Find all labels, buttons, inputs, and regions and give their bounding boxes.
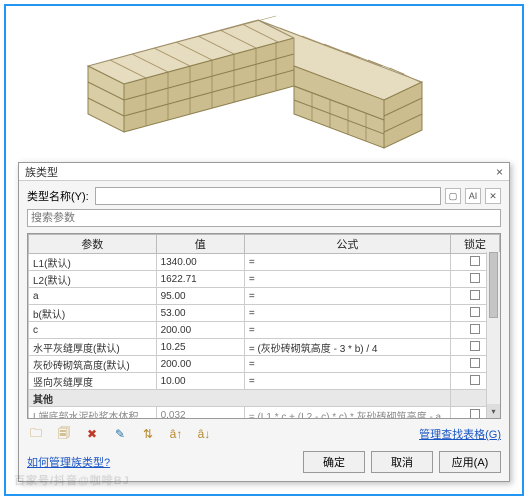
param-cell[interactable]: b(默认) (29, 305, 157, 322)
col-lock[interactable]: 锁定 (450, 235, 499, 254)
lock-checkbox[interactable] (470, 307, 480, 317)
lock-checkbox[interactable] (470, 375, 480, 385)
search-input[interactable] (27, 209, 501, 227)
param-cell[interactable]: a (29, 288, 157, 305)
model-viewport (6, 6, 522, 162)
lock-checkbox[interactable] (470, 256, 480, 266)
new-type-icon[interactable]: ▢ (445, 188, 461, 204)
value-cell[interactable]: 10.00 (156, 373, 244, 390)
value-cell[interactable]: 200.00 (156, 356, 244, 373)
col-value[interactable]: 值 (156, 235, 244, 254)
lock-checkbox[interactable] (470, 341, 480, 351)
param-cell[interactable]: c (29, 322, 157, 339)
apply-button[interactable]: 应用(A) (439, 451, 501, 473)
param-cell[interactable]: 灰砂砖砌筑高度(默认) (29, 356, 157, 373)
help-link[interactable]: 如何管理族类型? (27, 454, 110, 470)
table-row[interactable]: L2(默认)1622.71= (29, 271, 500, 288)
formula-cell[interactable]: = (244, 305, 450, 322)
family-types-dialog: 族类型 × 类型名称(Y): ▢ AI ✕ 参数 值 公式 锁定 (18, 162, 510, 482)
type-name-label: 类型名称(Y): (27, 188, 89, 204)
type-name-input[interactable] (95, 187, 441, 205)
parameters-table-wrap: 参数 值 公式 锁定 L1(默认)1340.00=L2(默认)1622.71=a… (27, 233, 501, 419)
dialog-titlebar: 族类型 × (19, 163, 509, 181)
value-cell[interactable]: 0.032 (156, 407, 244, 420)
lock-checkbox[interactable] (470, 273, 480, 283)
delete-type-icon[interactable]: ✕ (485, 188, 501, 204)
table-row[interactable]: L1(默认)1340.00= (29, 254, 500, 271)
formula-cell[interactable]: = (L1 * c + (L2 - c) * c) * 灰砂砖砌筑高度 - a (244, 407, 450, 420)
table-row[interactable]: c200.00= (29, 322, 500, 339)
formula-cell[interactable]: = (灰砂砖砌筑高度 - 3 * b) / 4 (244, 339, 450, 356)
delete-param-icon[interactable]: ✖ (83, 425, 101, 443)
section-label: 其他 (29, 390, 451, 407)
table-row[interactable]: L端底部水泥砂浆本体积(默认)0.032= (L1 * c + (L2 - c)… (29, 407, 500, 420)
col-formula[interactable]: 公式 (244, 235, 450, 254)
lock-checkbox[interactable] (470, 290, 480, 300)
vertical-scrollbar[interactable]: ▾ (486, 252, 500, 418)
table-row[interactable]: a95.00= (29, 288, 500, 305)
manage-lookup-button[interactable]: 管理查找表格(G) (419, 426, 501, 442)
formula-cell[interactable]: = (244, 373, 450, 390)
close-icon[interactable]: × (496, 165, 503, 179)
value-cell[interactable]: 1340.00 (156, 254, 244, 271)
table-row[interactable]: 水平灰缝厚度(默认)10.25= (灰砂砖砌筑高度 - 3 * b) / 4 (29, 339, 500, 356)
formula-cell[interactable]: = (244, 288, 450, 305)
sort-desc-icon[interactable]: â↓ (195, 425, 213, 443)
param-toolbar: 🗀 🗐 ✖ ✎ ⇅ â↑ â↓ 管理查找表格(G) (19, 419, 509, 445)
table-row[interactable]: 灰砂砖砌筑高度(默认)200.00= (29, 356, 500, 373)
value-cell[interactable]: 95.00 (156, 288, 244, 305)
param-cell[interactable]: L端底部水泥砂浆本体积(默认) (29, 407, 157, 420)
dialog-footer: 如何管理族类型? 确定 取消 应用(A) (19, 445, 509, 481)
param-cell[interactable]: 竖向灰缝厚度 (29, 373, 157, 390)
table-row[interactable]: b(默认)53.00= (29, 305, 500, 322)
scrollbar-thumb[interactable] (489, 252, 498, 318)
new-param-icon[interactable]: 🗀 (27, 425, 45, 443)
col-param[interactable]: 参数 (29, 235, 157, 254)
value-cell[interactable]: 200.00 (156, 322, 244, 339)
parameters-table: 参数 值 公式 锁定 L1(默认)1340.00=L2(默认)1622.71=a… (28, 234, 500, 419)
section-header-other[interactable]: 其他⯆ (29, 390, 500, 407)
ok-button[interactable]: 确定 (303, 451, 365, 473)
param-cell[interactable]: L2(默认) (29, 271, 157, 288)
formula-cell[interactable]: = (244, 271, 450, 288)
app-frame: 族类型 × 类型名称(Y): ▢ AI ✕ 参数 值 公式 锁定 (4, 4, 524, 496)
search-row (19, 209, 509, 233)
formula-cell[interactable]: = (244, 254, 450, 271)
param-cell[interactable]: L1(默认) (29, 254, 157, 271)
modify-param-icon[interactable]: ✎ (111, 425, 129, 443)
dialog-title-text: 族类型 (25, 164, 58, 180)
scroll-down-icon[interactable]: ▾ (487, 404, 500, 418)
brick-wall-3d (76, 12, 456, 160)
lock-checkbox[interactable] (470, 409, 480, 419)
lock-checkbox[interactable] (470, 324, 480, 334)
table-row[interactable]: 竖向灰缝厚度10.00= (29, 373, 500, 390)
lock-checkbox[interactable] (470, 358, 480, 368)
move-up-icon[interactable]: ⇅ (139, 425, 157, 443)
add-shared-param-icon[interactable]: 🗐 (55, 425, 73, 443)
value-cell[interactable]: 10.25 (156, 339, 244, 356)
formula-cell[interactable]: = (244, 356, 450, 373)
value-cell[interactable]: 1622.71 (156, 271, 244, 288)
rename-type-icon[interactable]: AI (465, 188, 481, 204)
param-cell[interactable]: 水平灰缝厚度(默认) (29, 339, 157, 356)
type-name-row: 类型名称(Y): ▢ AI ✕ (19, 181, 509, 209)
sort-asc-icon[interactable]: â↑ (167, 425, 185, 443)
value-cell[interactable]: 53.00 (156, 305, 244, 322)
cancel-button[interactable]: 取消 (371, 451, 433, 473)
formula-cell[interactable]: = (244, 322, 450, 339)
